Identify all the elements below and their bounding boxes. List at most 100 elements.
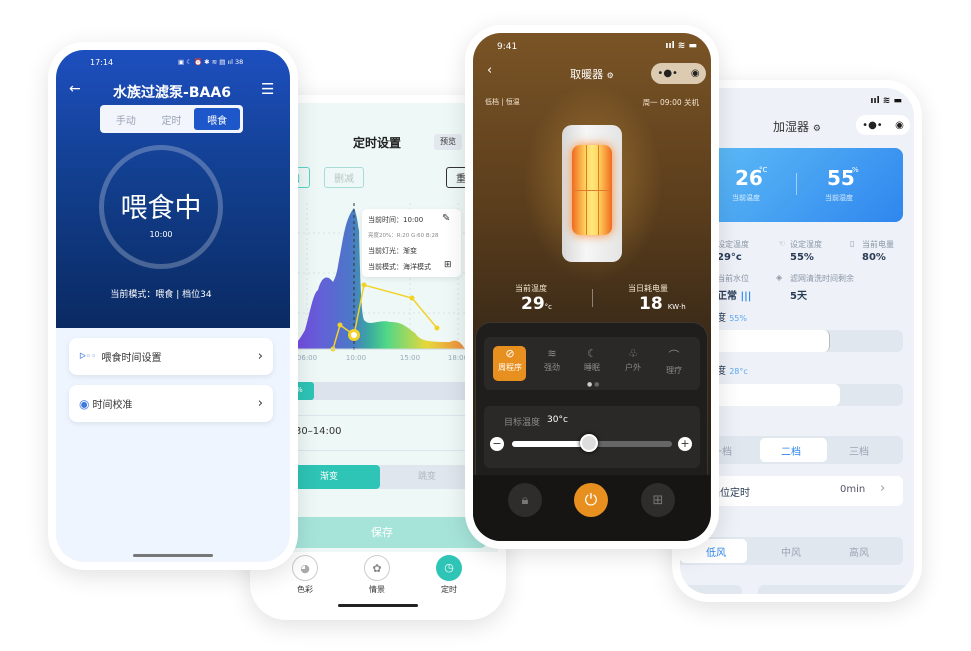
page-title: 定时设置 bbox=[352, 136, 402, 150]
close-target-icon: ◉ bbox=[895, 119, 904, 131]
more-icon: •●• bbox=[862, 119, 883, 131]
wind-mid[interactable]: 中风 bbox=[781, 544, 801, 559]
chevron-right-icon: › bbox=[880, 481, 886, 496]
mode-tabs: 手动 定时 喂食 bbox=[100, 105, 243, 133]
close-target-icon: ◉ bbox=[690, 68, 700, 79]
mode-line: 当前模式：喂食 | 档位34 bbox=[110, 290, 212, 300]
stat-label: 设定温度 bbox=[717, 240, 749, 249]
settings-sliders-icon[interactable]: ☰ bbox=[261, 80, 274, 98]
tab-manual[interactable]: 手动 bbox=[103, 108, 149, 130]
time-range[interactable]: 30–14:00 bbox=[295, 426, 342, 437]
target-icon: ◉ bbox=[79, 396, 90, 411]
humidity-label: 当前湿度 bbox=[825, 194, 853, 202]
status-icons: ııl ≋ ▬ bbox=[665, 41, 697, 51]
divider bbox=[592, 289, 593, 307]
preview-button[interactable]: 预览 bbox=[434, 134, 462, 150]
energy-label: 当日耗电量 bbox=[628, 284, 668, 293]
stat-value: 80% bbox=[862, 252, 886, 263]
feeding-state: 喂食中 bbox=[120, 193, 202, 224]
mode-weekly[interactable]: ⊘ 周程序 bbox=[493, 347, 527, 373]
menu-label: 时间校准 bbox=[92, 400, 133, 411]
grid-icon[interactable]: ⊞ bbox=[641, 483, 675, 517]
temp-unit: °C bbox=[759, 166, 768, 174]
capsule-menu[interactable]: •●• ◉ bbox=[856, 115, 910, 135]
stat-label: 滤网清洗时间剩余 bbox=[790, 274, 854, 283]
home-indicator bbox=[133, 554, 213, 557]
chevron-right-icon: › bbox=[257, 349, 263, 364]
mode-sleep[interactable]: ☾ 睡眠 bbox=[575, 347, 609, 373]
mode-therapy[interactable]: ⌒ 理疗 bbox=[657, 347, 691, 376]
minus-button[interactable]: − bbox=[490, 437, 504, 451]
menu-time-calibration[interactable]: ◉ 时间校准 › bbox=[69, 385, 273, 422]
heater-device-image bbox=[562, 125, 622, 262]
page-title: 水族过滤泵-BAA6 bbox=[113, 85, 231, 101]
chevron-right-icon: › bbox=[257, 396, 263, 411]
status-icons: ııl ≋ ▬ bbox=[870, 96, 902, 106]
brightness-point bbox=[409, 295, 415, 301]
nav-scene[interactable]: 情景 bbox=[369, 584, 385, 595]
energy-value: 18 KW·h bbox=[639, 294, 686, 314]
wind-low[interactable]: 低风 bbox=[706, 544, 726, 559]
page-title: 加湿器 ⚙ bbox=[773, 120, 821, 134]
therapy-icon: ⌒ bbox=[668, 349, 680, 362]
remove-button[interactable]: 删减 bbox=[324, 167, 364, 188]
schedule-info: 周一 09:00 关机 bbox=[642, 98, 699, 107]
capsule-menu[interactable]: •●• ◉ bbox=[651, 63, 706, 84]
nav-timer[interactable]: 定时 bbox=[441, 584, 457, 595]
option-tile[interactable] bbox=[680, 585, 742, 594]
page-title: 取暖器 ⚙ bbox=[570, 68, 614, 81]
stat-label: 当前水位 bbox=[717, 274, 749, 283]
gear-2[interactable]: 二档 bbox=[781, 443, 801, 458]
back-arrow-icon[interactable]: ← bbox=[69, 81, 81, 97]
stat-value: 29°c bbox=[717, 252, 742, 263]
mode-outdoor[interactable]: ♧ 户外 bbox=[616, 347, 650, 373]
gear-icon: ⚙ bbox=[812, 124, 821, 134]
slider-thumb[interactable] bbox=[579, 434, 598, 452]
clock-icon[interactable]: ◷ bbox=[436, 555, 462, 581]
tooltip-mode: 当前模式：海洋模式 bbox=[368, 263, 431, 271]
menu-label: 喂食时间设置 bbox=[101, 353, 162, 364]
tick-label: 10:00 bbox=[345, 354, 367, 362]
plus-button[interactable]: + bbox=[678, 437, 692, 451]
page-dots: ● ● bbox=[587, 381, 600, 388]
menu-feeding-time[interactable]: ᐅ◦◦ 喂食时间设置 › bbox=[69, 338, 273, 375]
point-tooltip: 当前时间：10:00 ✎ 亮度20%：R:20 G:60 B:28 当前灯光：渐… bbox=[362, 209, 461, 277]
scene-icon[interactable]: ✿ bbox=[364, 555, 390, 581]
tab-feeding[interactable]: 喂食 bbox=[194, 108, 241, 130]
current-temp: 29°c bbox=[521, 294, 553, 314]
brightness-point bbox=[434, 325, 440, 331]
edit-icon[interactable]: ✎ bbox=[442, 213, 450, 224]
moon-icon: ☾ bbox=[587, 347, 597, 360]
gear-3[interactable]: 三档 bbox=[849, 443, 869, 458]
option-tile[interactable] bbox=[758, 585, 908, 594]
lock-icon[interactable]: 🔒︎ bbox=[508, 483, 542, 517]
mode-info: 低档 | 恒温 bbox=[485, 98, 520, 106]
status-icons: ▣ ☾ ⏰ ✱ ≋ ▤ ııl 38 bbox=[178, 58, 244, 66]
bottom-nav: ◕ 色彩 ✿ 情景 ◷ 定时 bbox=[258, 552, 498, 612]
hand-icon: ☜ bbox=[778, 239, 786, 248]
mode-strong[interactable]: ≋ 强劲 bbox=[535, 347, 569, 373]
wind-high[interactable]: 高风 bbox=[849, 544, 869, 559]
stat-value: 正常 ||| bbox=[717, 291, 752, 302]
stat-value: 55% bbox=[790, 252, 814, 263]
humidity-value: 55 bbox=[827, 166, 855, 190]
water-level-bars: ||| bbox=[740, 291, 752, 302]
tab-timer[interactable]: 定时 bbox=[149, 108, 195, 130]
heat-icon: ≋ bbox=[547, 347, 557, 360]
tooltip-time: 当前时间：10:00 bbox=[368, 216, 424, 224]
home-indicator bbox=[338, 604, 418, 607]
temp-label: 当前温度 bbox=[732, 194, 760, 202]
power-button[interactable]: ⏻ bbox=[574, 483, 608, 517]
nav-color[interactable]: 色彩 bbox=[297, 584, 313, 595]
target-temp-card: 目标温度 30°c − + bbox=[484, 406, 700, 468]
heater-screen: 9:41 ııl ≋ ▬ ‹ 取暖器 ⚙ •●• ◉ 低档 | 恒温 周一 09:… bbox=[473, 33, 711, 541]
fish-icon: ᐅ◦◦ bbox=[79, 351, 97, 362]
palette-icon[interactable]: ◕ bbox=[292, 555, 318, 581]
outdoor-icon: ♧ bbox=[628, 347, 638, 360]
filter-icon: ◈ bbox=[776, 273, 783, 282]
transition-jump[interactable]: 跳变 bbox=[418, 465, 436, 489]
tick-label: 06:00 bbox=[296, 354, 318, 362]
status-time: 17:14 bbox=[90, 58, 114, 67]
divider bbox=[796, 173, 797, 195]
back-icon[interactable]: ‹ bbox=[487, 63, 492, 78]
